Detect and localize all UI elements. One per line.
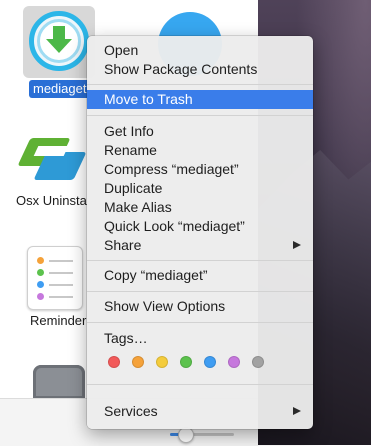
- tag-gray[interactable]: [252, 356, 264, 368]
- menu-separator: [87, 260, 313, 261]
- menu-item-get-info[interactable]: Get Info: [87, 122, 313, 140]
- menu-separator: [87, 115, 313, 116]
- menu-item-show-view-options[interactable]: Show View Options: [87, 297, 313, 315]
- menu-item-rename[interactable]: Rename: [87, 141, 313, 159]
- submenu-arrow-icon: [293, 407, 301, 415]
- menu-item-copy[interactable]: Copy “mediaget”: [87, 266, 313, 284]
- tag-purple[interactable]: [228, 356, 240, 368]
- tag-yellow[interactable]: [156, 356, 168, 368]
- menu-item-duplicate[interactable]: Duplicate: [87, 179, 313, 197]
- menu-separator: [87, 291, 313, 292]
- tag-orange[interactable]: [132, 356, 144, 368]
- reminder-dot-green: [37, 269, 44, 276]
- tag-red[interactable]: [108, 356, 120, 368]
- menu-item-compress[interactable]: Compress “mediaget”: [87, 160, 313, 178]
- menu-separator: [87, 84, 313, 85]
- tag-green[interactable]: [180, 356, 192, 368]
- menu-item-share[interactable]: Share: [87, 236, 313, 254]
- menu-separator: [87, 384, 313, 385]
- menu-item-services[interactable]: Services: [87, 402, 313, 420]
- menu-item-show-package-contents[interactable]: Show Package Contents: [87, 60, 313, 78]
- reminders-label[interactable]: Reminder: [30, 313, 86, 329]
- mediaget-file-label[interactable]: mediaget: [29, 80, 91, 98]
- menu-item-open[interactable]: Open: [87, 41, 313, 59]
- submenu-arrow-icon: [293, 241, 301, 249]
- reminder-dot-purple: [37, 293, 44, 300]
- osx-uninstaller-icon-stripe: [33, 146, 69, 156]
- menu-item-tags[interactable]: Tags…: [87, 329, 313, 347]
- menu-separator: [87, 322, 313, 323]
- menu-item-make-alias[interactable]: Make Alias: [87, 198, 313, 216]
- menu-item-services-label: Services: [104, 403, 158, 419]
- osx-uninstaller-label[interactable]: Osx Uninsta: [16, 193, 87, 209]
- reminder-dot-blue: [37, 281, 44, 288]
- icon-size-slider-knob[interactable]: [178, 427, 194, 443]
- menu-item-move-to-trash[interactable]: Move to Trash: [87, 90, 313, 109]
- menu-item-share-label: Share: [104, 237, 142, 253]
- reminders-app-icon[interactable]: [27, 246, 83, 310]
- menu-item-quick-look[interactable]: Quick Look “mediaget”: [87, 217, 313, 235]
- reminder-line: [49, 260, 73, 262]
- tag-blue[interactable]: [204, 356, 216, 368]
- reminder-dot-orange: [37, 257, 44, 264]
- context-menu: Open Show Package Contents Move to Trash…: [87, 36, 313, 429]
- reminder-line: [49, 284, 73, 286]
- reminder-line: [49, 296, 73, 298]
- download-arrow-head-icon: [46, 39, 72, 53]
- download-arrow-icon: [53, 26, 65, 40]
- system-preferences-gear-icon[interactable]: [33, 365, 85, 399]
- reminder-line: [49, 272, 73, 274]
